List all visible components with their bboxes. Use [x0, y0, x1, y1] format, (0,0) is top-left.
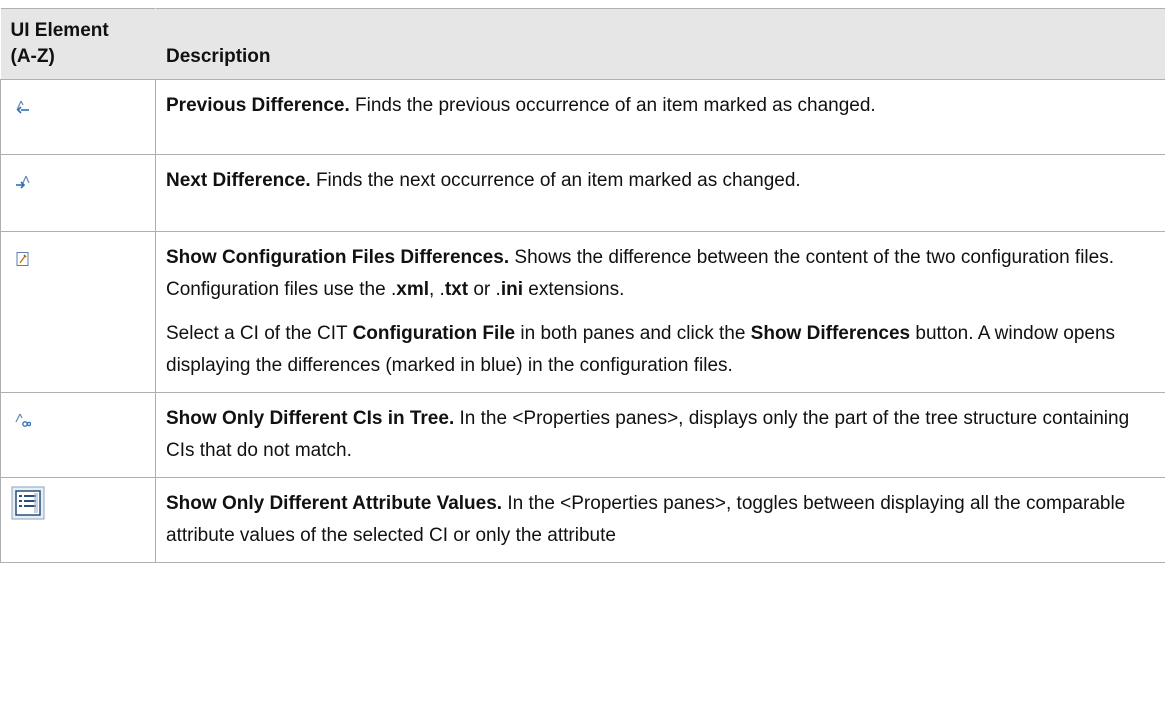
show-only-different-cis-icon — [15, 407, 32, 439]
description-cell: Previous Difference. Finds the previous … — [155, 79, 1165, 155]
description-cell: Show Only Different CIs in Tree. In the … — [155, 392, 1165, 478]
row-paragraph: Show Configuration Files Differences. Sh… — [166, 242, 1152, 306]
previous-difference-icon — [15, 94, 31, 126]
separator: or . — [468, 279, 501, 300]
icon-cell — [0, 477, 156, 563]
icon-cell — [0, 392, 156, 478]
ext-ini: ini — [500, 279, 523, 300]
table-row: Show Configuration Files Differences. Sh… — [0, 231, 1165, 393]
ui-element-table: UI Element (A-Z) Description Previous Dif… — [0, 8, 1165, 563]
header-ui-element: UI Element (A-Z) — [0, 8, 156, 80]
icon-cell — [0, 231, 156, 393]
cit-name: Configuration File — [352, 323, 516, 344]
icon-cell — [0, 79, 156, 155]
button-name: Show Differences — [750, 323, 911, 344]
show-only-different-attributes-icon — [11, 486, 45, 531]
separator: , . — [429, 279, 445, 300]
row-text: Finds the previous occurrence of an item… — [355, 95, 876, 116]
ext-xml: xml — [396, 279, 429, 300]
header-ui-element-line1: UI Element — [10, 20, 109, 41]
row-text: Select a CI of the CIT — [166, 323, 353, 344]
description-cell: Show Only Different Attribute Values. In… — [155, 477, 1165, 563]
table-row: Next Difference. Finds the next occurren… — [0, 154, 1165, 232]
row-title: Show Only Different CIs in Tree. — [166, 408, 455, 429]
row-title: Previous Difference. — [166, 95, 350, 116]
description-cell: Show Configuration Files Differences. Sh… — [155, 231, 1165, 393]
row-text: in both panes and click the — [515, 323, 751, 344]
ext-txt: txt — [444, 279, 469, 300]
row-title: Show Only Different Attribute Values. — [166, 493, 503, 514]
row-title: Next Difference. — [166, 170, 311, 191]
description-cell: Next Difference. Finds the next occurren… — [155, 154, 1165, 232]
row-text-end: extensions. — [522, 279, 625, 300]
header-ui-element-line2: (A-Z) — [10, 46, 55, 67]
row-title: Show Configuration Files Differences. — [166, 247, 510, 268]
table-row: Show Only Different CIs in Tree. In the … — [0, 392, 1165, 478]
icon-cell — [0, 154, 156, 232]
header-description: Description — [155, 8, 1165, 80]
table-row: Show Only Different Attribute Values. In… — [0, 477, 1165, 563]
table-row: Previous Difference. Finds the previous … — [0, 79, 1165, 155]
row-paragraph: Select a CI of the CIT Configuration Fil… — [166, 318, 1152, 382]
next-difference-icon — [15, 169, 31, 201]
show-config-diff-icon — [15, 246, 31, 278]
table-header-row: UI Element (A-Z) Description — [0, 8, 1165, 80]
row-text: Finds the next occurrence of an item mar… — [315, 170, 801, 191]
